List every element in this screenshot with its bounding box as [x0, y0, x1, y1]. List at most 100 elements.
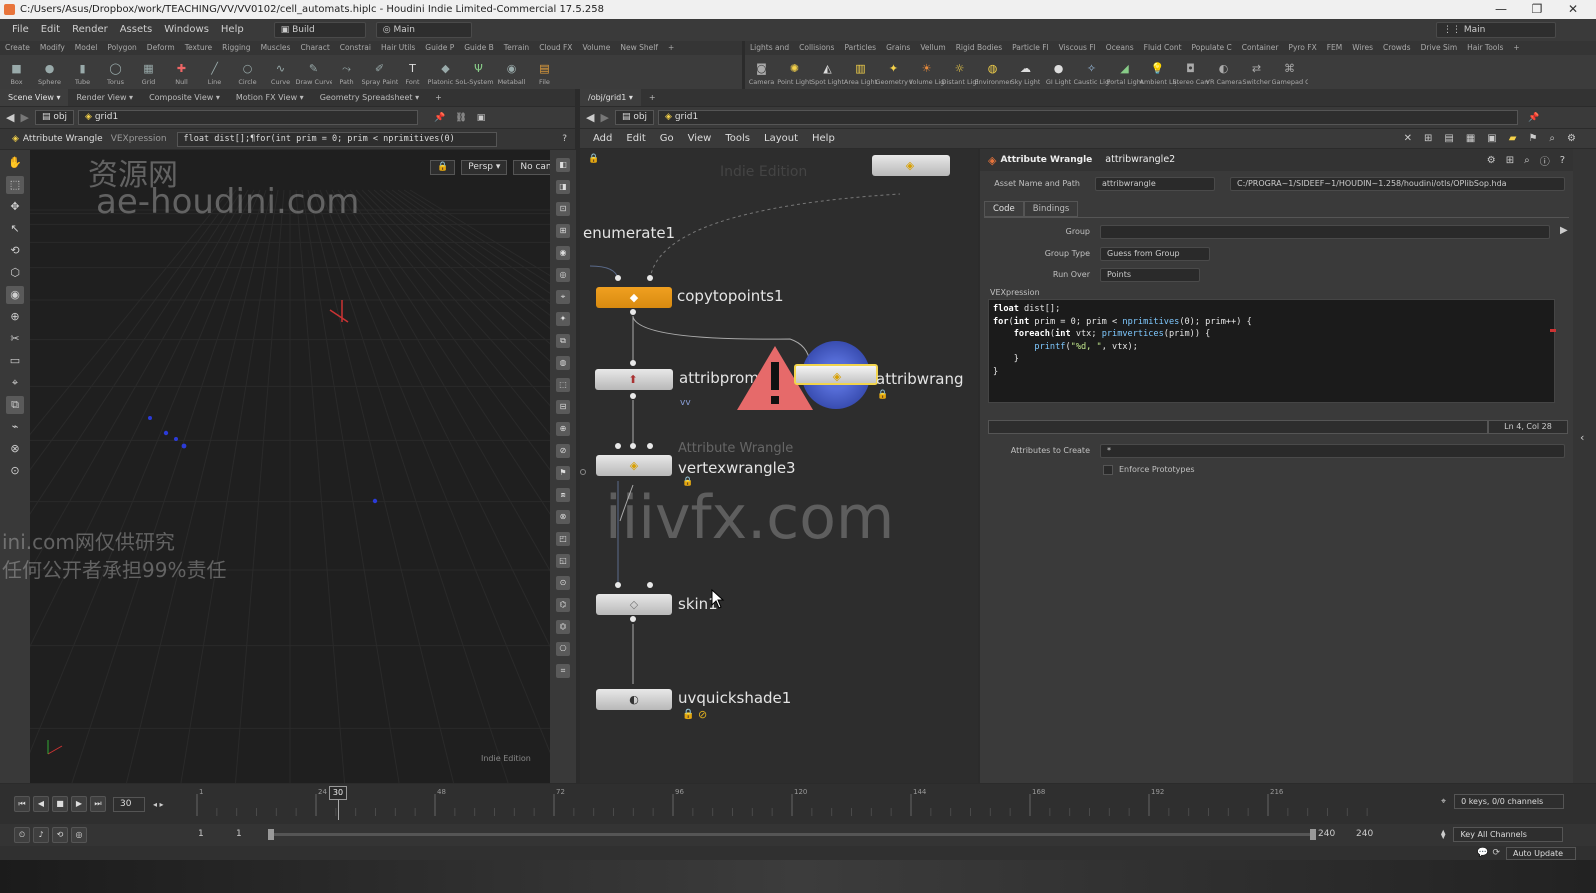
- shelf-tool-ambient-light[interactable]: 💡 Ambient Light: [1140, 59, 1176, 86]
- maximize-button[interactable]: ❐: [1520, 1, 1554, 18]
- tab-geometry-spreadsheet[interactable]: Geometry Spreadsheet ▾: [312, 89, 427, 106]
- search-icon[interactable]: ⌕: [1524, 155, 1530, 166]
- back-icon[interactable]: ◀: [6, 111, 14, 124]
- display-option-icon[interactable]: ✦: [556, 312, 570, 326]
- path-obj[interactable]: ▤ obj: [34, 110, 75, 125]
- shelf-tool-font[interactable]: T Font: [396, 59, 429, 86]
- chat-icon[interactable]: 💬: [1477, 848, 1488, 858]
- add-tab-icon[interactable]: +: [427, 89, 450, 106]
- shelf-tool-curve[interactable]: ∿ Curve: [264, 59, 297, 86]
- attrs-field[interactable]: *: [1100, 444, 1565, 458]
- node-input[interactable]: [647, 275, 653, 281]
- shelf-tool-line[interactable]: ╱ Line: [198, 59, 231, 86]
- node-output[interactable]: [630, 309, 636, 315]
- fps-toggle[interactable]: ◎: [71, 827, 87, 843]
- node-skin1[interactable]: ◇: [596, 594, 672, 615]
- network-box-icon[interactable]: ▣: [1487, 133, 1496, 144]
- viewport-tool-icon[interactable]: ▭: [6, 352, 24, 370]
- network-menu-tools[interactable]: Tools: [718, 129, 757, 148]
- viewport-tool-icon[interactable]: ⊗: [6, 440, 24, 458]
- viewport-tool-icon[interactable]: ⟲: [6, 242, 24, 260]
- network-menu-layout[interactable]: Layout: [757, 129, 805, 148]
- display-option-icon[interactable]: ◉: [556, 246, 570, 260]
- sticky-note-icon[interactable]: ▰: [1509, 133, 1517, 144]
- viewport-tool-icon[interactable]: ⧉: [6, 396, 24, 414]
- menu-windows[interactable]: Windows: [158, 19, 215, 41]
- group-field[interactable]: [1100, 225, 1550, 239]
- shelf-tool-area-light[interactable]: ▥ Area Light: [844, 59, 877, 86]
- shelf-tool-platonic-solids[interactable]: ◆ Platonic Solids: [428, 59, 464, 86]
- forward-icon[interactable]: ▶: [20, 111, 28, 124]
- audio-toggle[interactable]: ♪: [33, 827, 49, 843]
- shelf-tool-file[interactable]: ▤ File: [528, 59, 561, 86]
- network-editor[interactable]: Indie Edition 🔒 ◈ enumerate1 ◆ copytopoi…: [580, 149, 978, 783]
- range-end[interactable]: 240: [1356, 829, 1373, 839]
- network-menu-add[interactable]: Add: [586, 129, 619, 148]
- shelf-tab[interactable]: Charact: [295, 41, 334, 55]
- node-label-enumerate1[interactable]: enumerate1: [583, 224, 675, 242]
- node-input[interactable]: [630, 443, 636, 449]
- shelf-tab[interactable]: Constrai: [335, 41, 376, 55]
- tab-motion-fx-view[interactable]: Motion FX View ▾: [228, 89, 312, 106]
- network-menu-go[interactable]: Go: [653, 129, 681, 148]
- tab-scene-view[interactable]: Scene View ▾: [0, 89, 69, 106]
- shelf-tab[interactable]: Rigid Bodies: [951, 41, 1007, 55]
- shelf-tab[interactable]: Crowds: [1378, 41, 1416, 55]
- loop-toggle[interactable]: ⟲: [52, 827, 68, 843]
- shelf-tab[interactable]: Viscous Fl: [1054, 41, 1101, 55]
- display-option-icon[interactable]: ⊡: [556, 202, 570, 216]
- node-input[interactable]: [647, 443, 653, 449]
- enforce-prototypes-checkbox[interactable]: [1103, 465, 1113, 475]
- shelf-tool-grid[interactable]: ▦ Grid: [132, 59, 165, 86]
- display-option-icon[interactable]: ⊕: [556, 422, 570, 436]
- shelf-tool-spray-paint[interactable]: ✐ Spray Paint: [362, 59, 398, 86]
- node-input[interactable]: [630, 360, 636, 366]
- node-vertexwrangle3[interactable]: ◈: [596, 455, 672, 476]
- display-option-icon[interactable]: ⚑: [556, 466, 570, 480]
- display-option-icon[interactable]: ◧: [556, 158, 570, 172]
- snap-icon[interactable]: ✕: [1404, 133, 1412, 144]
- stop-button[interactable]: ■: [52, 796, 68, 812]
- node-input-free[interactable]: [580, 469, 586, 475]
- node-copytopoints1[interactable]: ◆: [596, 287, 672, 308]
- shelf-tool-gi-light[interactable]: ● GI Light: [1042, 59, 1075, 86]
- range-end-visible[interactable]: 240: [1318, 829, 1335, 839]
- viewport-tool-icon[interactable]: ✥: [6, 198, 24, 216]
- node-uvquickshade1[interactable]: ◐: [596, 689, 672, 710]
- key-all-channels-button[interactable]: Key All Channels: [1453, 827, 1564, 842]
- viewport-tool-icon[interactable]: ⊙: [6, 462, 24, 480]
- shelf-tab[interactable]: Cloud FX: [534, 41, 577, 55]
- flag-icon[interactable]: ⚑: [1528, 133, 1537, 144]
- display-option-icon[interactable]: ⊘: [556, 444, 570, 458]
- shelf-tool-distant-light[interactable]: ☼ Distant Light: [942, 59, 978, 86]
- node-label-copytopoints1[interactable]: copytopoints1: [677, 287, 784, 305]
- help-icon[interactable]: ?: [562, 134, 567, 144]
- desktop-dropdown[interactable]: ▣ Build: [273, 22, 366, 38]
- viewport-tool-icon[interactable]: ✂: [6, 330, 24, 348]
- node-label-vertexwrangle3[interactable]: vertexwrangle3: [678, 459, 796, 477]
- shelf-tool-volume-light[interactable]: ☀ Volume Light: [909, 59, 945, 86]
- display-option-icon[interactable]: ⊙: [556, 576, 570, 590]
- shelf-tool-l-system[interactable]: Ψ L-System: [462, 59, 495, 86]
- shelf-tool-portal-light[interactable]: ◢ Portal Light: [1107, 59, 1143, 86]
- shelf-tab[interactable]: Populate C: [1187, 41, 1237, 55]
- node-input[interactable]: [647, 582, 653, 588]
- settings-icon[interactable]: ⚙: [1567, 133, 1576, 144]
- shelf-tool-sky-light[interactable]: ☁ Sky Light: [1009, 59, 1042, 86]
- forward-icon[interactable]: ▶: [600, 111, 608, 124]
- shelf-tab[interactable]: Drive Sim: [1416, 41, 1463, 55]
- display-option-icon[interactable]: ⊗: [556, 510, 570, 524]
- shelf-tool-draw-curve[interactable]: ✎ Draw Curve: [296, 59, 332, 86]
- shelf-tool-environment-light[interactable]: ◍ Environment Light: [975, 59, 1011, 86]
- shelf-tab[interactable]: Particles: [839, 41, 881, 55]
- shelf-tab[interactable]: Hair Utils: [376, 41, 420, 55]
- layout-icon[interactable]: ▣: [477, 113, 486, 123]
- shelf-tab[interactable]: Model: [70, 41, 103, 55]
- asset-path-field[interactable]: C:/PROGRA~1/SIDEEF~1/HOUDIN~1.258/houdin…: [1230, 177, 1565, 191]
- display-option-icon[interactable]: ⧈: [556, 488, 570, 502]
- display-option-icon[interactable]: ⏣: [556, 620, 570, 634]
- select-arrow-icon[interactable]: ▶: [1560, 225, 1568, 236]
- node-output[interactable]: [630, 393, 636, 399]
- display-option-icon[interactable]: ◍: [556, 356, 570, 370]
- grid-view-icon[interactable]: ▦: [1466, 133, 1475, 144]
